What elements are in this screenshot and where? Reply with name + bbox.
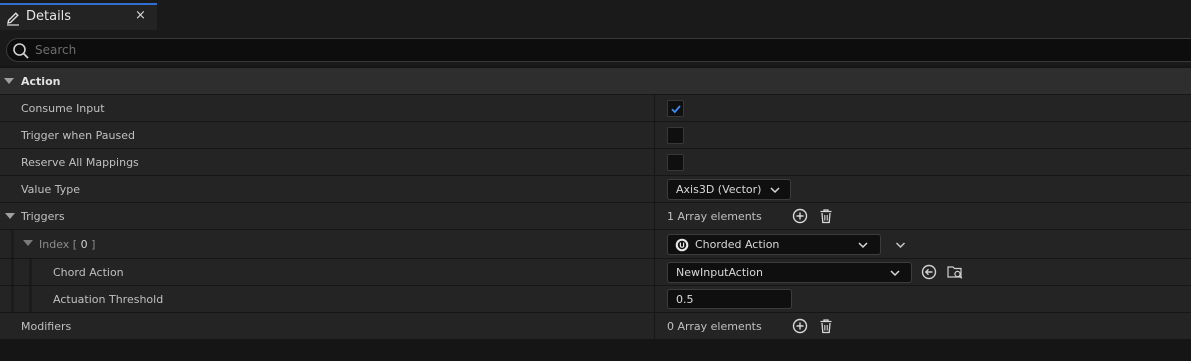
column-divider[interactable] [654, 259, 655, 285]
column-divider[interactable] [654, 149, 655, 175]
property-row-reserve-all-mappings: Reserve All Mappings [0, 149, 1191, 176]
array-count: 1 Array elements [667, 210, 762, 223]
chevron-down-icon [770, 187, 780, 194]
search-box[interactable] [6, 38, 1191, 62]
use-selected-icon[interactable] [921, 264, 937, 280]
property-label: Trigger when Paused [21, 129, 135, 142]
property-row-trigger-index[interactable]: Index [ 0 ] Chorded Action [0, 230, 1191, 259]
close-icon[interactable]: × [135, 8, 146, 23]
checkmark-icon [671, 105, 681, 114]
tab-bar: Details × [0, 0, 1191, 34]
property-label: Chord Action [53, 266, 124, 279]
column-divider[interactable] [654, 313, 655, 339]
property-label: Triggers [21, 210, 65, 223]
trash-icon[interactable] [818, 318, 834, 334]
actuation-threshold-input[interactable]: 0.5 [667, 289, 792, 309]
input-value: 0.5 [676, 293, 694, 306]
property-label: Value Type [21, 183, 80, 196]
property-row-chord-action: Chord Action NewInputAction [0, 259, 1191, 286]
index-suffix: ] [87, 238, 96, 251]
array-count: 0 Array elements [667, 320, 762, 333]
add-element-icon[interactable] [792, 208, 808, 224]
panel-empty-space [0, 340, 1191, 361]
chevron-down-icon[interactable] [895, 240, 906, 250]
column-divider[interactable] [654, 95, 655, 121]
property-row-modifiers[interactable]: Modifiers 0 Array elements [0, 313, 1191, 340]
column-divider[interactable] [654, 286, 655, 312]
indent-guide [11, 286, 14, 312]
value-type-dropdown[interactable]: Axis3D (Vector) [667, 179, 791, 200]
chord-action-picker[interactable]: NewInputAction [667, 262, 912, 283]
indent-guide [11, 259, 14, 285]
tab-title: Details [26, 9, 72, 24]
indent-guide [29, 259, 32, 285]
property-row-actuation-threshold: Actuation Threshold 0.5 [0, 286, 1191, 313]
chevron-down-icon[interactable] [5, 213, 15, 219]
property-row-trigger-when-paused: Trigger when Paused [0, 122, 1191, 149]
indent-guide [29, 286, 32, 312]
dropdown-value: Chorded Action [695, 238, 780, 251]
column-divider[interactable] [654, 230, 655, 258]
trigger-when-paused-checkbox[interactable] [667, 127, 684, 144]
chevron-down-icon [890, 270, 900, 277]
chevron-down-icon [858, 242, 868, 249]
unreal-logo-icon [675, 238, 689, 252]
index-label: Index [ 0 ] [39, 238, 95, 251]
chevron-down-icon[interactable] [4, 78, 14, 84]
column-divider[interactable] [654, 203, 655, 229]
pencil-icon [7, 12, 19, 26]
chevron-down-icon[interactable] [23, 240, 33, 246]
section-header-action[interactable]: Action [0, 68, 1191, 95]
indent-guide [11, 230, 14, 258]
tab-details[interactable]: Details × [0, 3, 157, 30]
index-prefix: Index [ [39, 238, 81, 251]
reserve-all-mappings-checkbox[interactable] [667, 154, 684, 171]
dropdown-value: Axis3D (Vector) [676, 183, 762, 196]
search-input[interactable] [35, 41, 1135, 59]
add-element-icon[interactable] [792, 318, 808, 334]
property-label: Reserve All Mappings [21, 156, 139, 169]
property-row-consume-input: Consume Input [0, 95, 1191, 122]
trigger-class-dropdown[interactable]: Chorded Action [667, 234, 881, 255]
column-divider[interactable] [654, 176, 655, 202]
property-label: Consume Input [21, 102, 105, 115]
asset-value: NewInputAction [676, 266, 763, 279]
property-row-value-type: Value Type Axis3D (Vector) [0, 176, 1191, 203]
section-title: Action [21, 75, 61, 88]
property-label: Modifiers [21, 320, 72, 333]
trash-icon[interactable] [818, 208, 834, 224]
column-divider[interactable] [654, 122, 655, 148]
index-number: 0 [80, 238, 88, 251]
consume-input-checkbox[interactable] [667, 100, 684, 117]
property-row-triggers[interactable]: Triggers 1 Array elements [0, 203, 1191, 230]
browse-asset-icon[interactable] [947, 264, 963, 280]
search-icon [13, 43, 29, 59]
property-label: Actuation Threshold [53, 293, 164, 306]
